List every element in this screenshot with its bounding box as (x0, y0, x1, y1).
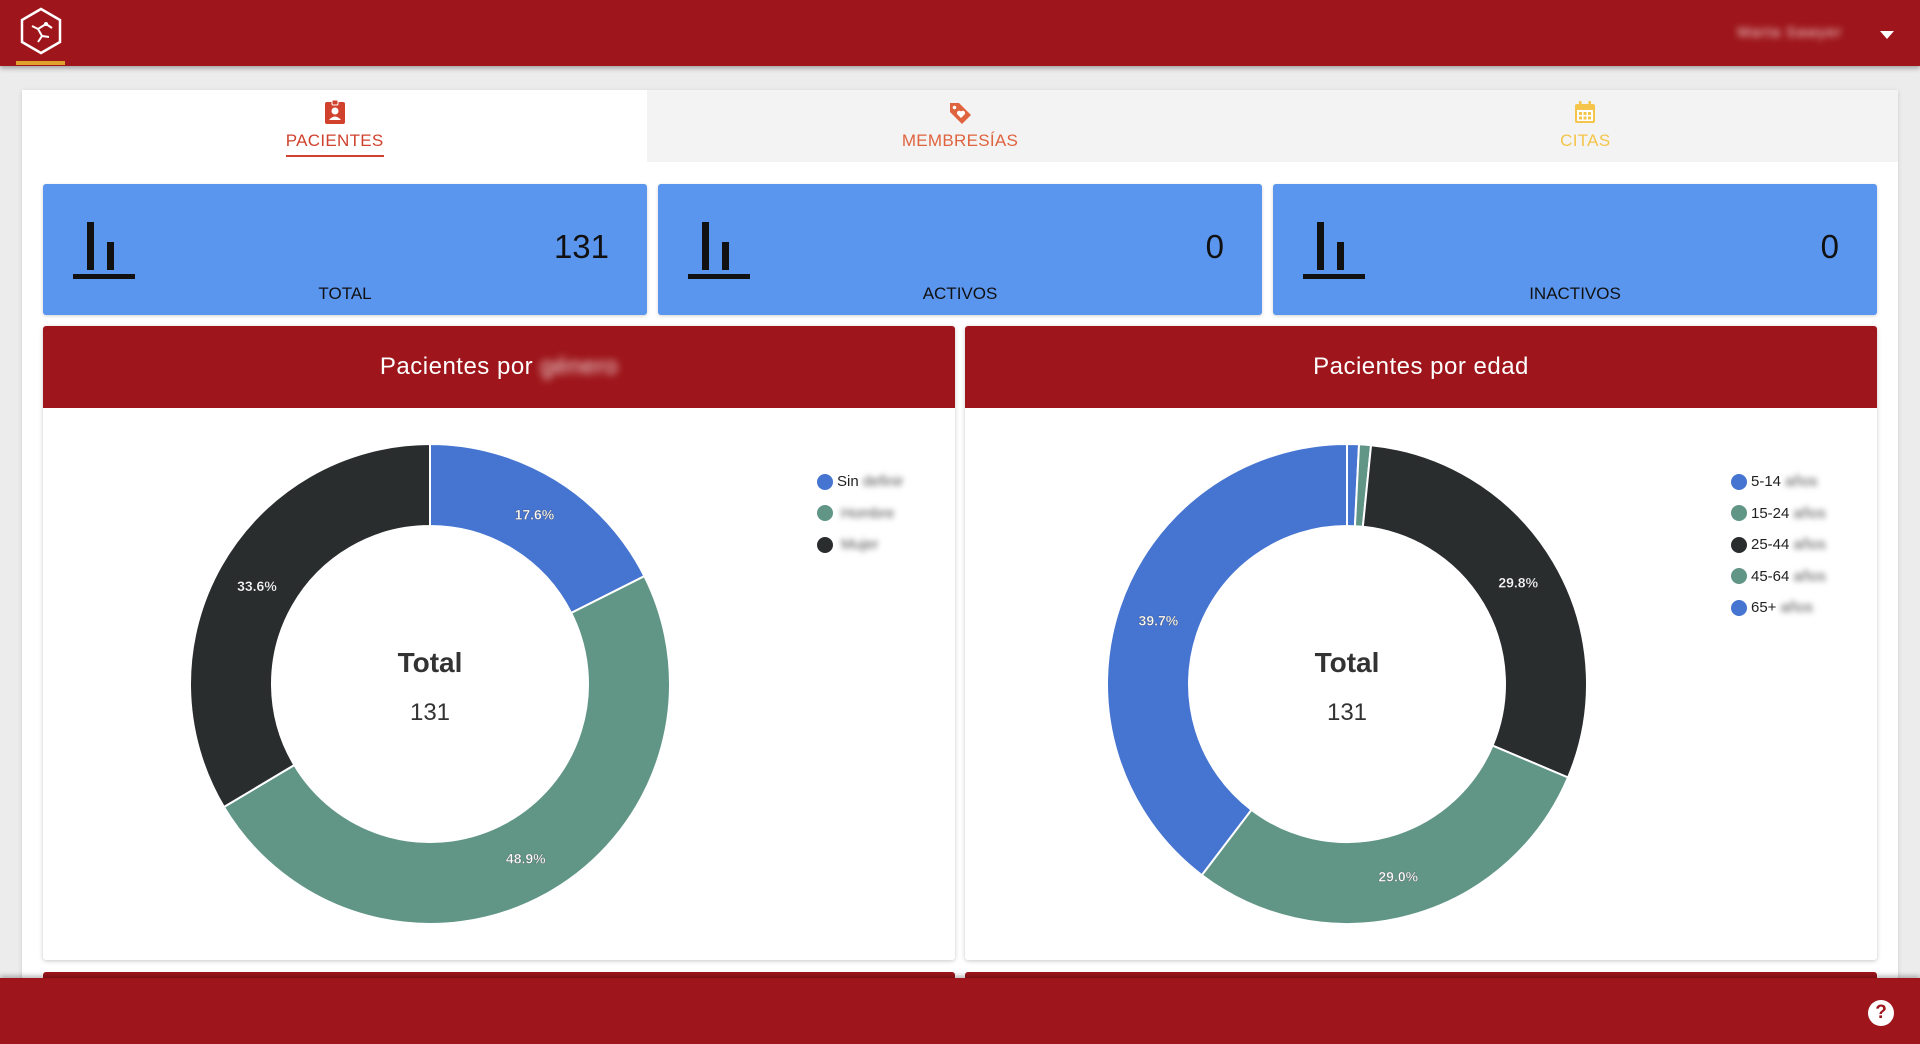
panel-title: Pacientes por género (43, 326, 955, 408)
legend-item[interactable]: Sin definir (817, 466, 904, 498)
tab-citas[interactable]: CITAS (1273, 90, 1898, 162)
legend-extra: Mujer (841, 536, 879, 554)
stat-card-activos: 0 ACTIVOS (658, 184, 1262, 315)
stat-label: INACTIVOS (1529, 284, 1621, 303)
legend-dot (817, 505, 833, 522)
donut-slice[interactable] (1361, 444, 1588, 779)
logo-active-underline (16, 61, 65, 65)
legend-item[interactable]: 5-14 años (1731, 466, 1826, 498)
help-circle-icon[interactable]: ? (1868, 1000, 1894, 1026)
tab-pacientes[interactable]: PACIENTES (22, 90, 648, 162)
legend-label: 65+ (1751, 599, 1777, 617)
donut-slice[interactable] (1106, 442, 1348, 877)
legend-dot (1731, 568, 1747, 585)
donut-slice[interactable] (222, 574, 671, 925)
slice-value-label: 29.8% (1498, 575, 1538, 591)
legend-extra: años (1793, 567, 1826, 585)
calendar-icon (1575, 101, 1596, 123)
bar-chart-icon (1303, 222, 1365, 279)
legend-item[interactable]: Mujer (817, 529, 904, 561)
legend-dot (1731, 599, 1747, 616)
slice-value-label: 48.9% (506, 850, 546, 866)
legend-dot (1731, 536, 1747, 553)
tab-label: MEMBRESÍAS (901, 131, 1019, 150)
bottom-app-bar: ? (0, 978, 1920, 1044)
stat-label: TOTAL (318, 284, 372, 303)
stat-card-total: 131 TOTAL (43, 184, 647, 315)
legend-item[interactable]: 15-24 años (1731, 498, 1826, 530)
chart-legend: Sin definir Hombre Mujer (817, 466, 904, 561)
tab-membresias[interactable]: MEMBRESÍAS (647, 90, 1272, 162)
patient-badge-icon (324, 99, 345, 124)
legend-label: 15-24 (1751, 504, 1790, 522)
chart-legend: 5-14 años 15-24 años 25-44 años 45-64 añ… (1731, 466, 1826, 624)
hexagon-logo-icon[interactable] (16, 6, 66, 56)
legend-label: 45-64 (1751, 567, 1790, 585)
panel-pacientes-por-genero: Pacientes por género 17.6% 48.9% 33.6% Tota… (43, 326, 955, 960)
donut-slice[interactable] (429, 442, 646, 615)
stat-label: ACTIVOS (922, 284, 998, 303)
slice-value-label: 33.6% (237, 578, 277, 594)
legend-dot (1731, 473, 1747, 490)
legend-dot (817, 536, 833, 553)
legend-item[interactable]: 45-64 años (1731, 561, 1826, 593)
legend-extra: definir (862, 473, 904, 491)
panel-title: Pacientes por edad (965, 326, 1877, 408)
tab-label: CITAS (1560, 131, 1611, 150)
top-app-bar: Marta Sawyer (0, 0, 1920, 66)
legend-extra: Hombre (841, 504, 895, 522)
donut-center-value: 131 (410, 699, 450, 726)
legend-dot (1731, 505, 1747, 522)
legend-item[interactable]: 25-44 años (1731, 529, 1826, 561)
slice-value-label: 17.6% (515, 507, 555, 523)
legend-item[interactable]: Hombre (817, 498, 904, 530)
donut-center-label: Total (1315, 647, 1380, 678)
legend-extra: años (1793, 504, 1826, 522)
donut-center-label: Total (398, 647, 463, 678)
legend-label: 25-44 (1751, 536, 1790, 554)
donut-slice[interactable] (189, 442, 431, 809)
stat-value: 0 (1205, 228, 1224, 265)
donut-center-value: 131 (1327, 699, 1367, 726)
donut-slice[interactable] (1200, 744, 1570, 925)
tab-label: PACIENTES (22, 131, 647, 157)
slice-value-label: 39.7% (1139, 612, 1179, 628)
legend-label: 5-14 (1751, 473, 1782, 491)
legend-extra: años (1780, 599, 1813, 617)
user-name[interactable]: Marta Sawyer (1737, 24, 1842, 41)
caret-down-icon[interactable] (1880, 31, 1894, 39)
slice-value-label: 29.0% (1378, 868, 1418, 884)
legend-extra: años (1785, 473, 1818, 491)
tab-bar: PACIENTES MEMBRESÍAS CITAS (22, 90, 1898, 162)
legend-label: Sin (837, 473, 859, 491)
stat-card-inactivos: 0 INACTIVOS (1273, 184, 1877, 315)
stat-value: 131 (553, 228, 609, 265)
legend-item[interactable]: 65+ años (1731, 592, 1826, 624)
legend-dot (817, 473, 833, 490)
tag-heart-icon (949, 103, 971, 124)
panel-pacientes-por-edad: Pacientes por edad 29.8% 29.0% 39.7% Total 1… (965, 326, 1877, 960)
bar-chart-icon (73, 222, 135, 279)
legend-extra: años (1793, 536, 1826, 554)
stat-value: 0 (1820, 228, 1839, 265)
bar-chart-icon (688, 222, 750, 279)
